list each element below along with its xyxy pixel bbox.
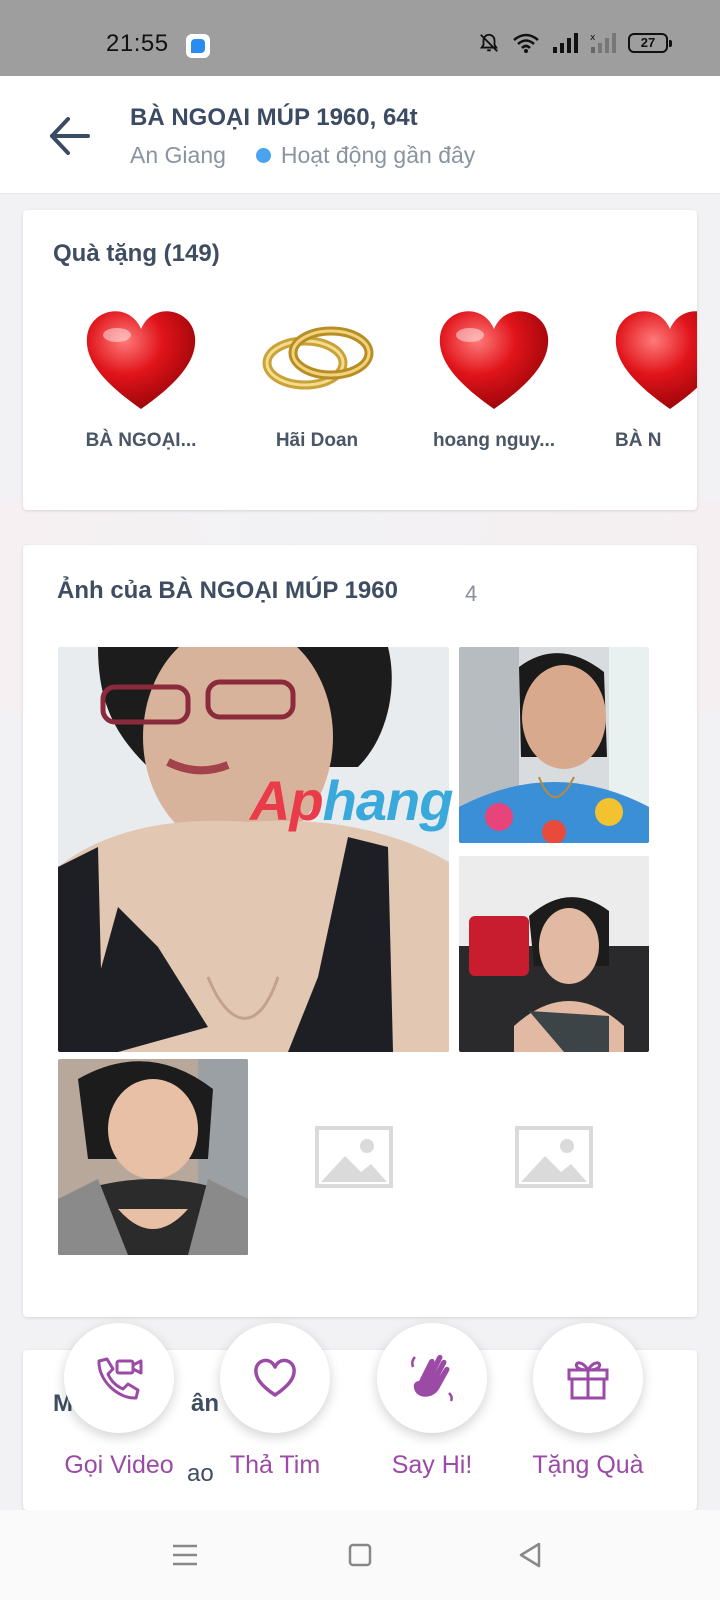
svg-text:x: x [590,33,596,43]
gift-sender-name: BÀ N [615,430,662,451]
photo-count: 4 [465,581,478,606]
photo-image [58,647,449,1052]
heart-gift-icon [615,311,697,409]
menu-nav-button[interactable] [165,1538,205,1572]
wifi-icon [513,33,539,53]
gift-sender-name: BÀ NGOẠI... [85,430,197,451]
video-call-icon [97,1357,143,1400]
gift-item[interactable]: BÀ NGOẠI... [66,305,216,452]
say-hi-button[interactable]: Say Hi! [357,1323,507,1480]
image-placeholder-icon [315,1126,393,1188]
back-button[interactable] [40,106,100,166]
send-gift-circle[interactable] [533,1323,643,1433]
image-placeholder-icon [515,1126,593,1188]
menu-icon [173,1544,197,1566]
status-time: 21:55 [106,30,169,57]
heart-button[interactable]: Thả Tim [200,1323,350,1480]
home-nav-button[interactable] [340,1538,380,1572]
signal-icon [553,33,578,53]
send-gift-button[interactable]: Tặng Quà [513,1323,663,1480]
profile-header: BÀ NGOẠI MÚP 1960, 64t An Giang Hoạt độn… [0,76,720,194]
video-call-button[interactable]: Gọi Video [44,1323,194,1480]
profile-photo-main[interactable] [58,647,449,1052]
gifts-heading[interactable]: Quà tặng (149) [53,240,220,268]
video-call-label: Gọi Video [64,1451,174,1479]
profile-subtitle: An Giang Hoạt động gần đây [130,142,475,169]
online-status-dot [255,148,271,163]
status-bar: 21:55 x 27 [0,0,720,76]
triangle-back-icon [519,1542,541,1568]
heart-label: Thả Tim [229,1451,321,1479]
home-square-icon [348,1543,372,1567]
back-nav-button[interactable] [510,1538,550,1572]
say-hi-label: Say Hi! [391,1451,473,1479]
profile-photo[interactable] [459,647,649,843]
gift-box-icon [567,1361,609,1400]
photo-image [459,647,649,843]
gift-item[interactable]: hoang nguy... [419,305,569,452]
video-call-circle[interactable] [64,1323,174,1433]
gift-item[interactable]: BÀ N [595,305,697,452]
status-icons: x 27 [478,32,672,54]
heart-gift-icon [86,311,196,409]
profile-location: An Giang [130,142,226,168]
profile-name: BÀ NGOẠI MÚP 1960, 64t [130,104,418,131]
photo-placeholder [459,1059,649,1255]
app-notification-icon [186,34,210,58]
profile-photo[interactable] [459,856,649,1052]
wave-hand-icon [411,1354,453,1402]
system-nav-bar [0,1510,720,1600]
heart-gift-icon [439,311,549,409]
photo-placeholder [259,1059,449,1255]
gift-item[interactable]: Hãi Doan [242,305,392,452]
arrow-left-icon [50,117,90,155]
photo-image [58,1059,248,1255]
gift-sender-name: hoang nguy... [432,430,556,451]
send-gift-label: Tặng Quà [532,1451,644,1479]
gift-sender-name: Hãi Doan [275,430,359,451]
bell-off-icon [479,33,499,52]
photos-heading: Ảnh của BÀ NGOẠI MÚP 1960 [57,577,398,604]
profile-photo[interactable] [58,1059,248,1255]
rings-gift-icon [262,326,374,390]
signal-weak-icon: x [590,33,616,53]
photo-image [459,856,649,1052]
say-hi-circle[interactable] [377,1323,487,1433]
activity-status: Hoạt động gần đây [280,142,476,168]
heart-outline-icon [254,1358,296,1397]
gifts-card: Quà tặng (149) BÀ NGOẠI... Hãi Doan hoan… [23,210,697,510]
heart-circle[interactable] [220,1323,330,1433]
photos-card: Ảnh của BÀ NGOẠI MÚP 1960 4 [23,545,697,1317]
battery-icon: 27 [628,33,672,53]
